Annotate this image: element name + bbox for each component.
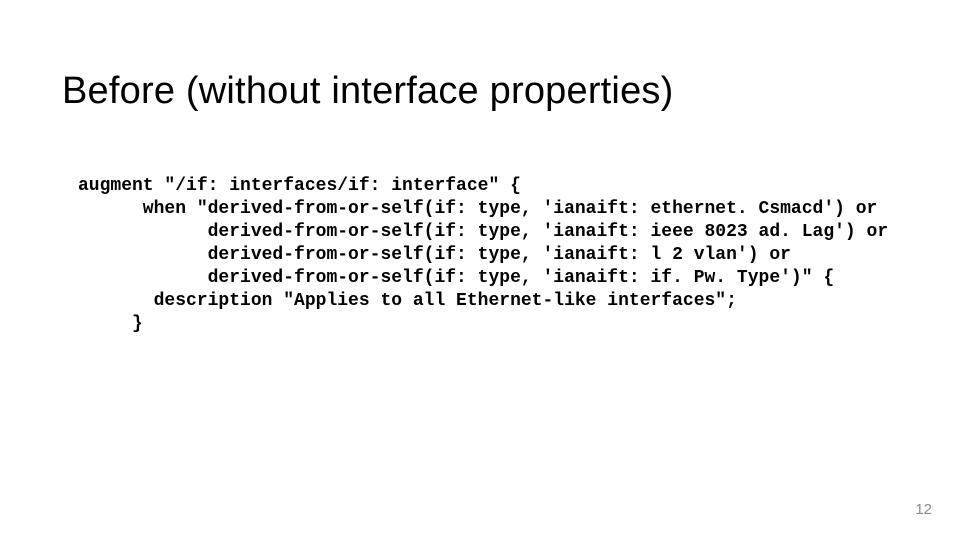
code-block: augment "/if: interfaces/if: interface" … [78, 175, 888, 336]
page-number: 12 [915, 501, 932, 518]
code-line: augment "/if: interfaces/if: interface" … [78, 176, 521, 196]
code-line: when "derived-from-or-self(if: type, 'ia… [78, 199, 877, 219]
code-line: } [78, 314, 143, 334]
slide-title: Before (without interface properties) [62, 70, 673, 113]
code-line: derived-from-or-self(if: type, 'ianaift:… [78, 245, 791, 265]
code-line: derived-from-or-self(if: type, 'ianaift:… [78, 222, 888, 242]
slide: Before (without interface properties) au… [0, 0, 960, 540]
code-line: description "Applies to all Ethernet-lik… [78, 291, 737, 311]
code-line: derived-from-or-self(if: type, 'ianaift:… [78, 268, 834, 288]
